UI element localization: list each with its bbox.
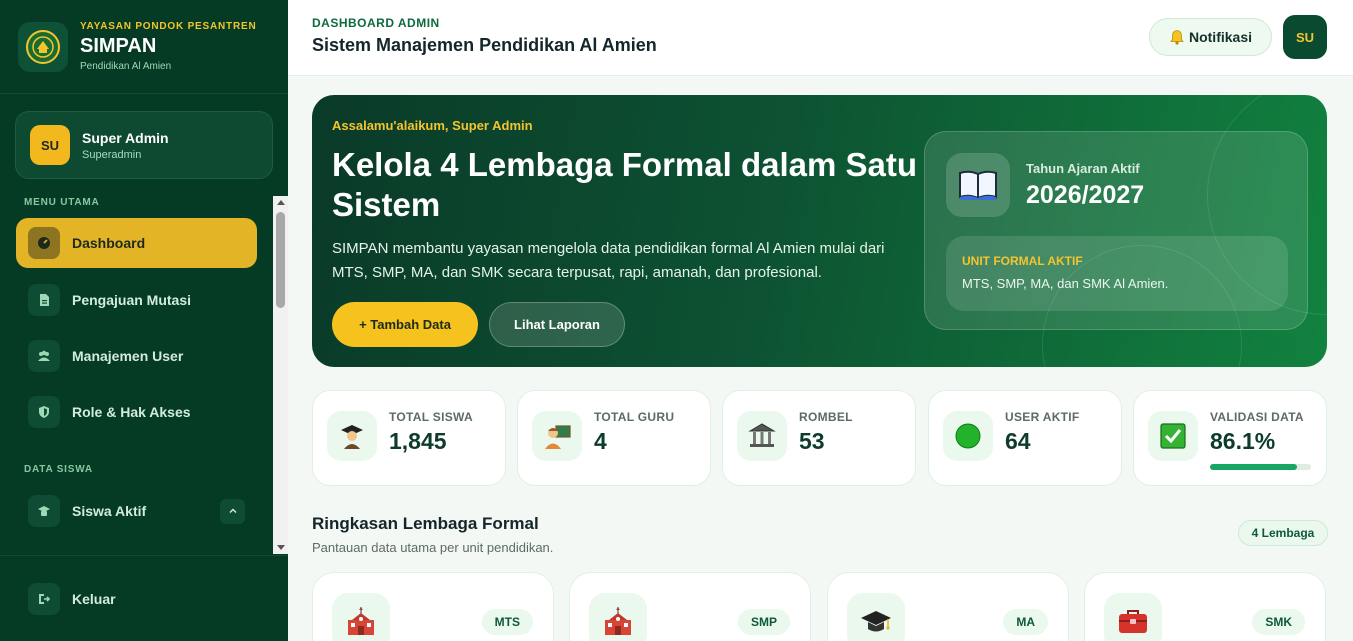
logout-icon bbox=[28, 583, 60, 615]
institution-card-ma[interactable]: MA bbox=[827, 572, 1069, 641]
notification-label: Notifikasi bbox=[1188, 29, 1252, 45]
hero-greeting: Assalamu'alaikum, Super Admin bbox=[332, 118, 533, 133]
sidebar: YAYASAN PONDOK PESANTREN SIMPAN Pendidik… bbox=[0, 0, 288, 641]
notification-button[interactable]: Notifikasi bbox=[1149, 18, 1272, 56]
unit-badge: MA bbox=[1003, 609, 1048, 635]
sidebar-item-dashboard[interactable]: Dashboard bbox=[16, 218, 257, 268]
building-icon bbox=[737, 411, 787, 461]
sidebar-item-role-hak-akses[interactable]: Role & Hak Akses bbox=[16, 387, 257, 437]
institution-card-mts[interactable]: MTS bbox=[312, 572, 554, 641]
stat-label: USER AKTIF bbox=[1005, 410, 1080, 424]
stat-card-total-siswa: TOTAL SISWA 1,845 bbox=[312, 390, 506, 486]
sidebar-footer: Keluar bbox=[0, 555, 288, 641]
document-icon bbox=[28, 284, 60, 316]
active-units-text: MTS, SMP, MA, dan SMK Al Amien. bbox=[962, 276, 1169, 291]
brand-foundation: YAYASAN PONDOK PESANTREN bbox=[80, 21, 257, 32]
user-role: Superadmin bbox=[82, 148, 142, 161]
section-title: Ringkasan Lembaga Formal bbox=[312, 514, 539, 533]
sidebar-item-label: Manajemen User bbox=[72, 348, 184, 364]
student-icon bbox=[28, 495, 60, 527]
hero-description: SIMPAN membantu yayasan mengelola data p… bbox=[332, 240, 885, 281]
stat-label: TOTAL GURU bbox=[594, 410, 675, 424]
page-title: Sistem Manajemen Pendidikan Al Amien bbox=[312, 35, 657, 55]
sidebar-item-pengajuan-mutasi[interactable]: Pengajuan Mutasi bbox=[16, 275, 257, 325]
brand-subtitle: Pendidikan Al Amien bbox=[80, 61, 172, 72]
progress-fill bbox=[1210, 464, 1297, 470]
stat-value: 53 bbox=[799, 428, 825, 454]
brand-name: SIMPAN bbox=[80, 35, 157, 57]
hero-banner: Assalamu'alaikum, Super Admin Kelola 4 L… bbox=[312, 95, 1327, 367]
scrollbar-thumb[interactable] bbox=[276, 212, 285, 308]
header-kicker: DASHBOARD ADMIN bbox=[312, 16, 440, 30]
gauge-icon bbox=[28, 227, 60, 259]
stat-value: 4 bbox=[594, 428, 607, 454]
sidebar-item-label: Pengajuan Mutasi bbox=[72, 292, 192, 308]
stat-label: VALIDASI DATA bbox=[1210, 410, 1304, 424]
logout-button[interactable]: Keluar bbox=[16, 574, 257, 624]
chevron-up-icon[interactable] bbox=[220, 498, 245, 524]
year-label: Tahun Ajaran Aktif bbox=[1026, 161, 1140, 176]
institution-card-smk[interactable]: SMK bbox=[1084, 572, 1326, 641]
user-profile-card[interactable]: SU Super Admin Superadmin bbox=[15, 111, 273, 179]
logout-label: Keluar bbox=[72, 591, 116, 607]
sidebar-nav: MENU UTAMA Dashboard Pengajuan Mutasi Ma… bbox=[0, 190, 288, 555]
school-icon bbox=[332, 593, 390, 641]
shield-icon bbox=[28, 396, 60, 428]
stat-card-user-aktif: USER AKTIF 64 bbox=[928, 390, 1122, 486]
brand-logo bbox=[18, 21, 68, 72]
stat-label: TOTAL SISWA bbox=[389, 410, 473, 424]
stat-card-rombel: ROMBEL 53 bbox=[722, 390, 916, 486]
user-name: Super Admin bbox=[82, 129, 169, 146]
brand: YAYASAN PONDOK PESANTREN SIMPAN Pendidik… bbox=[0, 0, 288, 94]
toolbox-icon bbox=[1104, 593, 1162, 641]
active-units-label: UNIT FORMAL AKTIF bbox=[962, 254, 1083, 268]
unit-badge: SMK bbox=[1252, 609, 1305, 635]
academic-year-card: Tahun Ajaran Aktif 2026/2027 UNIT FORMAL… bbox=[924, 131, 1308, 330]
school-icon bbox=[589, 593, 647, 641]
header-avatar[interactable]: SU bbox=[1283, 15, 1327, 59]
year-value: 2026/2027 bbox=[1026, 181, 1145, 209]
validation-progress-bar bbox=[1210, 464, 1311, 470]
stat-value: 64 bbox=[1005, 428, 1031, 454]
section-label-main: MENU UTAMA bbox=[24, 197, 100, 208]
unit-badge: MTS bbox=[481, 609, 533, 635]
hero-title: Kelola 4 Lembaga Formal dalam Satu Siste… bbox=[332, 146, 918, 223]
sidebar-item-manajemen-user[interactable]: Manajemen User bbox=[16, 331, 257, 381]
student-icon bbox=[327, 411, 377, 461]
top-header: DASHBOARD ADMIN Sistem Manajemen Pendidi… bbox=[288, 0, 1353, 76]
stat-card-validasi-data: VALIDASI DATA 86.1% bbox=[1133, 390, 1327, 486]
stat-value: 86.1% bbox=[1210, 428, 1276, 454]
section-label-students: DATA SISWA bbox=[24, 464, 93, 475]
scroll-up-icon[interactable] bbox=[277, 200, 285, 205]
active-units-box: UNIT FORMAL AKTIF MTS, SMP, MA, dan SMK … bbox=[946, 236, 1288, 311]
unit-badge: SMP bbox=[737, 609, 790, 635]
green-circle-icon bbox=[943, 411, 993, 461]
section-subtitle: Pantauan data utama per unit pendidikan. bbox=[312, 540, 554, 555]
users-icon bbox=[28, 340, 60, 372]
check-icon bbox=[1148, 411, 1198, 461]
stat-card-total-guru: TOTAL GURU 4 bbox=[517, 390, 711, 486]
bell-icon bbox=[1170, 30, 1184, 45]
stat-label: ROMBEL bbox=[799, 410, 853, 424]
view-report-button[interactable]: Lihat Laporan bbox=[489, 302, 625, 347]
sidebar-item-siswa-aktif[interactable]: Siswa Aktif bbox=[16, 486, 257, 536]
sidebar-scrollbar[interactable] bbox=[273, 196, 288, 554]
graduation-cap-icon bbox=[847, 593, 905, 641]
add-data-button[interactable]: + Tambah Data bbox=[332, 302, 478, 347]
teacher-icon bbox=[532, 411, 582, 461]
sidebar-item-label: Siswa Aktif bbox=[72, 503, 147, 519]
scroll-down-icon[interactable] bbox=[277, 545, 285, 550]
book-icon bbox=[946, 153, 1010, 217]
logo-emblem-icon bbox=[26, 29, 60, 64]
count-badge: 4 Lembaga bbox=[1238, 520, 1328, 546]
institution-card-smp[interactable]: SMP bbox=[569, 572, 811, 641]
stat-value: 1,845 bbox=[389, 428, 447, 454]
sidebar-item-label: Dashboard bbox=[72, 235, 146, 251]
avatar: SU bbox=[30, 125, 70, 165]
sidebar-item-label: Role & Hak Akses bbox=[72, 404, 191, 420]
